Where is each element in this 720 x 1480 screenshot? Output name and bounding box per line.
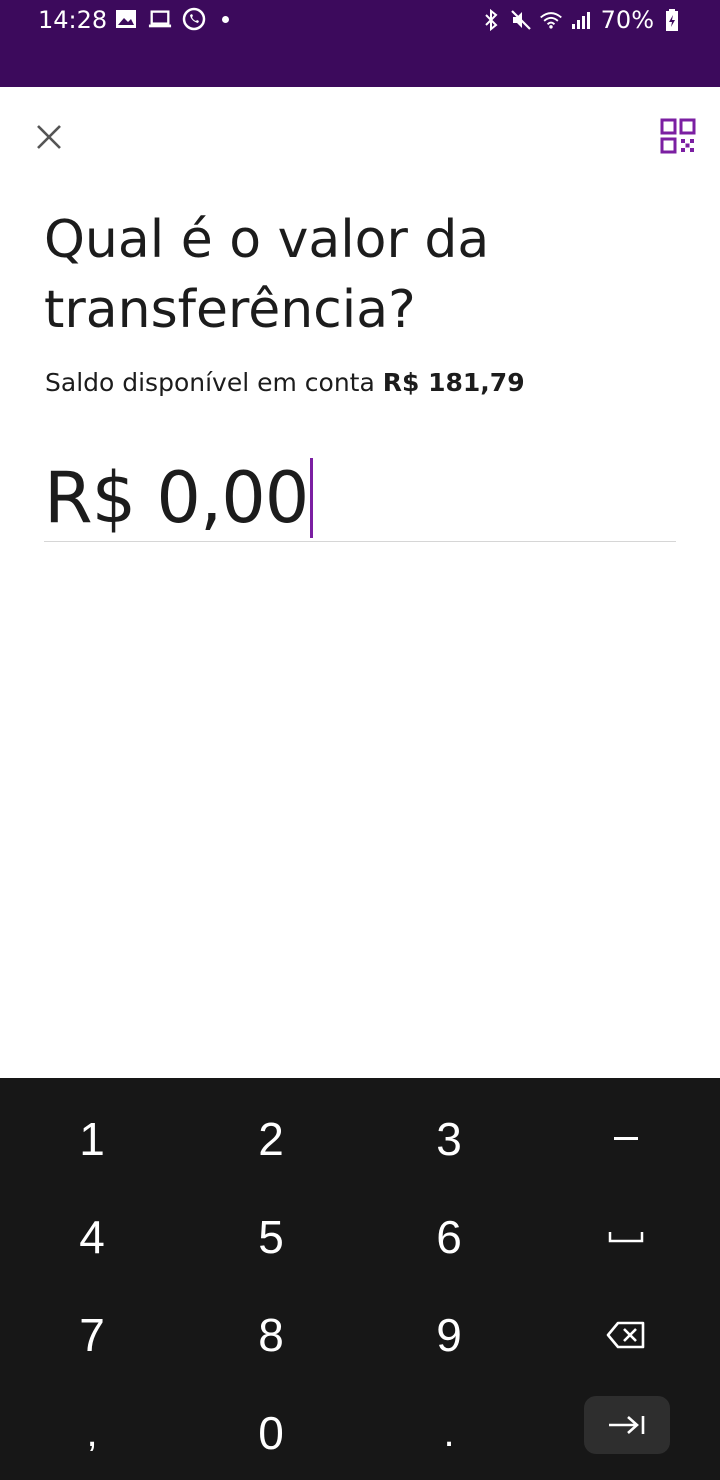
battery-percent: 70%	[600, 6, 654, 34]
key-space[interactable]	[536, 1188, 716, 1286]
close-button[interactable]	[28, 116, 70, 158]
key-7[interactable]: 7	[2, 1286, 182, 1384]
status-time: 14:28	[38, 6, 108, 34]
key-1[interactable]: 1	[2, 1090, 182, 1188]
status-bar: 14:28 70%	[0, 0, 720, 87]
image-icon	[114, 7, 138, 31]
space-icon	[608, 1232, 644, 1243]
key-3[interactable]: 3	[359, 1090, 539, 1188]
key-next[interactable]	[584, 1396, 670, 1454]
status-right-icons: 70%	[479, 6, 684, 34]
key-minus[interactable]	[536, 1090, 716, 1188]
tab-next-icon	[609, 1416, 645, 1434]
qr-code-icon	[660, 118, 696, 154]
amount-value: R$ 0,00	[44, 457, 309, 539]
dot-icon	[222, 15, 229, 23]
key-6[interactable]: 6	[359, 1188, 539, 1286]
key-backspace[interactable]	[536, 1286, 716, 1384]
key-9[interactable]: 9	[359, 1286, 539, 1384]
key-comma[interactable]: ,	[2, 1384, 182, 1480]
qr-code-button[interactable]	[660, 118, 698, 156]
status-left-icons	[114, 7, 229, 31]
close-icon	[37, 125, 61, 149]
key-8[interactable]: 8	[181, 1286, 361, 1384]
numeric-keyboard: 1 2 3 4 5 6 7 8 9 , 0 .	[0, 1078, 720, 1480]
mute-icon	[509, 8, 533, 32]
backspace-icon	[606, 1321, 645, 1349]
whatsapp-icon	[182, 7, 206, 31]
minus-icon	[614, 1137, 638, 1140]
signal-icon	[569, 8, 593, 32]
key-4[interactable]: 4	[2, 1188, 182, 1286]
text-cursor	[310, 458, 314, 538]
amount-value-wrap: R$ 0,00	[44, 457, 314, 539]
key-0[interactable]: 0	[181, 1384, 361, 1480]
balance-label: Saldo disponível em conta	[45, 368, 375, 397]
page-title: Qual é o valor da transferência?	[44, 210, 490, 340]
available-balance: Saldo disponível em conta R$ 181,79	[45, 368, 525, 397]
wifi-icon	[539, 8, 563, 32]
laptop-icon	[148, 7, 172, 31]
bluetooth-icon	[479, 8, 503, 32]
key-5[interactable]: 5	[181, 1188, 361, 1286]
key-2[interactable]: 2	[181, 1090, 361, 1188]
key-period[interactable]: .	[359, 1384, 539, 1480]
balance-amount: R$ 181,79	[382, 368, 525, 397]
amount-input[interactable]: R$ 0,00	[44, 455, 676, 542]
battery-icon	[660, 8, 684, 32]
